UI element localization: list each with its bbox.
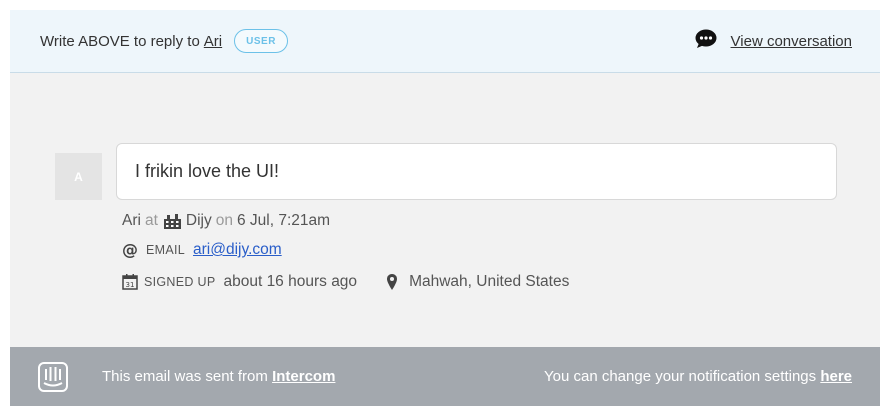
message-datetime: 6 Jul, 7:21am [236,212,331,229]
email-row: @ EMAIL ari@dijy.com [122,241,282,259]
view-conversation-link[interactable]: View conversation [731,33,852,50]
settings-text: You can change your notification setting… [544,368,817,385]
on-word: on [215,212,233,229]
message-bubble: I frikin love the UI! [116,143,837,200]
signup-location-row: 31 SIGNED UP about 16 hours ago Mahwah, … [122,273,569,291]
reply-header: Write ABOVE to reply to Ari USER View co… [10,10,880,73]
building-icon [163,213,181,229]
company-name: Dijy [185,212,212,229]
settings-link[interactable]: here [820,368,852,385]
map-pin-icon [387,274,398,290]
svg-text:@: @ [122,242,138,258]
chat-bubble-icon [695,29,717,53]
location-text: Mahwah, United States [409,273,570,290]
signed-up-label: SIGNED UP [144,275,216,289]
intercom-logo-icon [38,361,68,392]
svg-text:31: 31 [126,281,135,289]
reply-text: Write ABOVE to reply to [40,32,200,50]
email-label: EMAIL [146,243,186,257]
reply-user-link[interactable]: Ari [204,33,222,50]
at-icon: @ [122,242,140,258]
sent-text: This email was sent from [102,368,268,385]
message-meta: Ari at Dijy on 6 Jul, 7:21am [122,212,330,230]
at-word: at [144,212,158,229]
footer: This email was sent from Intercom You ca… [10,347,880,406]
location: Mahwah, United States [387,273,569,291]
email-link[interactable]: ari@dijy.com [193,241,282,259]
reply-instruction: Write ABOVE to reply to Ari USER [40,29,288,53]
avatar: A [55,153,102,200]
signed-up-value: about 16 hours ago [223,273,358,290]
intercom-link[interactable]: Intercom [272,368,335,385]
view-conversation[interactable]: View conversation [695,29,852,53]
message-text: I frikin love the UI! [135,161,280,181]
author-name: Ari [122,212,141,229]
email-notification: Write ABOVE to reply to Ari USER View co… [10,10,880,406]
calendar-icon: 31 [122,274,138,290]
notification-settings: You can change your notification setting… [544,368,852,385]
user-badge: USER [234,29,288,53]
message-area: A I frikin love the UI! Ari at Dijy on 6… [10,73,880,347]
sent-from: This email was sent from Intercom [102,368,335,385]
